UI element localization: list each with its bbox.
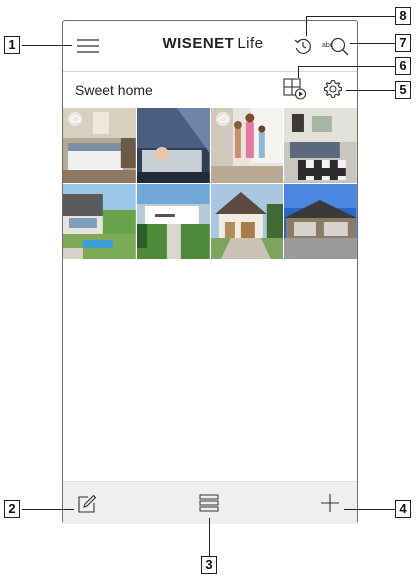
- list-icon[interactable]: [199, 493, 219, 513]
- cloud-icon: [68, 112, 82, 126]
- callout-leader: [22, 45, 72, 46]
- callout-list: 3: [201, 556, 217, 574]
- camera-grid: [63, 108, 357, 259]
- camera-tile-nursery[interactable]: [136, 108, 210, 183]
- header-divider: [63, 71, 357, 72]
- search-icon[interactable]: abc: [321, 35, 351, 57]
- callout-leader: [209, 518, 210, 556]
- callout-leader: [350, 43, 395, 44]
- callout-history: 8: [395, 7, 411, 25]
- callout-leader: [344, 509, 395, 510]
- callout-leader: [306, 16, 307, 36]
- camera-tile-garden[interactable]: [136, 184, 210, 259]
- callout-add: 4: [395, 500, 411, 518]
- callout-edit: 2: [4, 500, 20, 518]
- callout-leader: [22, 509, 74, 510]
- camera-tile-driveway[interactable]: [210, 184, 284, 259]
- plus-icon[interactable]: [320, 493, 340, 513]
- callout-settings: 5: [395, 81, 411, 99]
- camera-tile-house-pool[interactable]: [63, 184, 136, 259]
- callout-leader: [298, 66, 299, 78]
- camera-tile-living-room[interactable]: [284, 108, 357, 183]
- callout-leader: [306, 16, 395, 17]
- edit-icon[interactable]: [77, 494, 97, 514]
- camera-tile-bedroom[interactable]: [63, 108, 136, 183]
- app-screen: WISENET Life abc Sweet home: [62, 20, 358, 524]
- top-bar: WISENET Life abc: [63, 21, 357, 71]
- brand-suffix: Life: [237, 35, 264, 52]
- cloud-icon: [215, 112, 230, 126]
- menu-icon[interactable]: [77, 39, 99, 53]
- callout-menu: 1: [4, 36, 20, 54]
- brand-name: WISENET: [162, 35, 235, 52]
- callout-leader: [298, 66, 395, 67]
- brand-logo: WISENET Life: [143, 35, 283, 52]
- callout-leader: [346, 90, 395, 91]
- layout-icon[interactable]: [283, 78, 307, 100]
- camera-tile-garage[interactable]: [284, 184, 357, 259]
- bottom-toolbar: [63, 481, 357, 524]
- gear-icon[interactable]: [323, 79, 343, 99]
- callout-layout: 6: [395, 57, 411, 75]
- home-title: Sweet home: [75, 82, 153, 98]
- history-icon[interactable]: [293, 36, 313, 56]
- camera-tile-entrance[interactable]: [210, 108, 284, 183]
- callout-search: 7: [395, 34, 411, 52]
